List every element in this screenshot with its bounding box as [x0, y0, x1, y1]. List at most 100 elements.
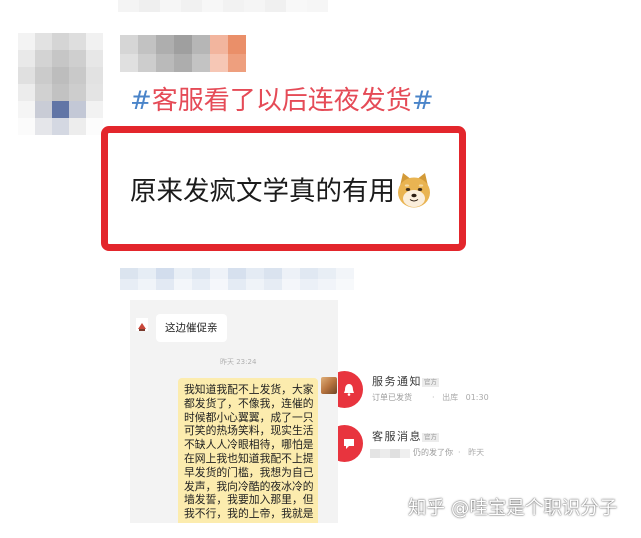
- mosaic-cell: [282, 268, 300, 279]
- mosaic-cell: [174, 268, 192, 279]
- mosaic-cell: [138, 35, 156, 54]
- mosaic-cell: [246, 268, 264, 279]
- mosaic-cell: [86, 67, 103, 84]
- zhihu-watermark: 知乎 @哇宝是个职识分子: [408, 498, 618, 519]
- mosaic-cell: [18, 84, 35, 101]
- mosaic-cell: [118, 0, 139, 12]
- mosaic-cell: [35, 50, 52, 67]
- mosaic-cell: [174, 53, 192, 72]
- doge-left-eye: [405, 188, 411, 191]
- mosaic-cell: [138, 268, 156, 279]
- mosaic-cell: [286, 0, 307, 12]
- mosaic-cell: [18, 67, 35, 84]
- blurred-sender-name: [370, 449, 410, 458]
- mosaic-cell: [264, 279, 282, 290]
- incoming-message-bubble: 这边催促亲: [156, 314, 227, 342]
- mosaic-cell: [264, 268, 282, 279]
- mosaic-cell: [400, 449, 410, 458]
- mosaic-cell: [138, 279, 156, 290]
- mosaic-cell: [69, 84, 86, 101]
- outgoing-message-bubble: 我知道我配不上发货，大家 都发货了，不像我，连催的 时候都小心翼翼，成了一只 可…: [178, 378, 318, 523]
- notification-title: 客服消息: [372, 430, 422, 443]
- mosaic-cell: [52, 118, 69, 135]
- mosaic-cell: [174, 279, 192, 290]
- mosaic-cell: [120, 268, 138, 279]
- mosaic-cell: [210, 279, 228, 290]
- mosaic-cell: [307, 0, 328, 12]
- mosaic-cell: [120, 35, 138, 54]
- official-badge: 官方: [422, 378, 439, 387]
- notification-meta: · 出库 01:30: [432, 393, 489, 402]
- mosaic-cell: [210, 53, 228, 72]
- hashtag-link[interactable]: #客服看了以后连夜发货#: [130, 85, 434, 117]
- notification-meta: · 昨天: [458, 448, 485, 457]
- mosaic-cell: [228, 53, 246, 72]
- bell-clapper: [347, 393, 351, 396]
- mosaic-cell: [35, 33, 52, 50]
- mosaic-cell: [244, 0, 265, 12]
- mosaic-cell: [86, 33, 103, 50]
- mosaic-cell: [86, 50, 103, 67]
- mosaic-cell: [18, 50, 35, 67]
- mosaic-cell: [160, 0, 181, 12]
- mosaic-cell: [282, 279, 300, 290]
- mosaic-cell: [18, 33, 35, 50]
- mosaic-cell: [52, 50, 69, 67]
- mosaic-cell: [156, 53, 174, 72]
- mosaic-cell: [138, 53, 156, 72]
- hashtag-open-mark: #: [130, 86, 152, 116]
- message-line: 不缺人人冷眼相待，哪怕是: [184, 438, 314, 452]
- notification-subtitle: 仍的发了你: [413, 448, 453, 457]
- message-line: 我知道我配不上发货，大家: [184, 383, 314, 396]
- bell-glyph: [344, 384, 354, 396]
- chat-shape: [344, 439, 354, 449]
- hashtag-close-mark: #: [411, 86, 434, 116]
- mosaic-cell: [192, 268, 210, 279]
- chat-glyph: [344, 439, 354, 449]
- mosaic-cell: [192, 53, 210, 72]
- mosaic-cell: [202, 0, 223, 12]
- post-text: 原来发疯文学真的有用: [130, 176, 395, 207]
- doge-right-eye: [417, 188, 423, 191]
- mosaic-cell: [336, 268, 354, 279]
- mosaic-cell: [336, 279, 354, 290]
- mosaic-cell: [156, 35, 174, 54]
- mosaic-cell: [69, 118, 86, 135]
- username-blurred[interactable]: [120, 35, 246, 72]
- hashtag-text: 客服看了以后连夜发货: [151, 86, 412, 116]
- mosaic-cell: [18, 118, 35, 135]
- shop-logo-icon: [136, 318, 148, 331]
- mosaic-cell: [390, 449, 400, 458]
- mosaic-cell: [228, 268, 246, 279]
- mosaic-cell: [210, 35, 228, 54]
- mosaic-cell: [69, 33, 86, 50]
- mosaic-cell: [86, 101, 103, 118]
- mosaic-cell: [86, 84, 103, 101]
- mosaic-cell: [120, 279, 138, 290]
- doge-icon: [398, 173, 430, 208]
- message-line: 我不行，我的上帝，我就是: [184, 507, 314, 521]
- chat-screenshot-image[interactable]: 这边催促亲 昨天 23:24 我知道我配不上发货，大家 都发货了，不像我，连催的…: [130, 300, 338, 523]
- mosaic-cell: [300, 279, 318, 290]
- mosaic-cell: [174, 35, 192, 54]
- mosaic-cell: [181, 0, 202, 12]
- shop-logo-base: [139, 329, 145, 331]
- doge-left-brow: [404, 184, 410, 187]
- notification-subtitle: 订单已发货: [372, 393, 412, 402]
- mosaic-cell: [318, 279, 336, 290]
- mosaic-cell: [69, 50, 86, 67]
- blurred-previous-content: [118, 0, 328, 12]
- mosaic-cell: [35, 84, 52, 101]
- official-badge: 官方: [422, 433, 439, 442]
- user-avatar-blurred[interactable]: [18, 33, 103, 135]
- mosaic-cell: [228, 279, 246, 290]
- mosaic-cell: [35, 67, 52, 84]
- mosaic-cell: [69, 67, 86, 84]
- shop-logo-shape: [138, 323, 146, 329]
- mosaic-cell: [35, 118, 52, 135]
- mosaic-cell: [120, 53, 138, 72]
- mosaic-cell: [192, 35, 210, 54]
- message-line: 发声，我向冷酷的夜冰冷的: [184, 479, 314, 493]
- doge-muzzle: [403, 190, 425, 207]
- message-line: 在网上我也知道我配不上提: [184, 451, 314, 465]
